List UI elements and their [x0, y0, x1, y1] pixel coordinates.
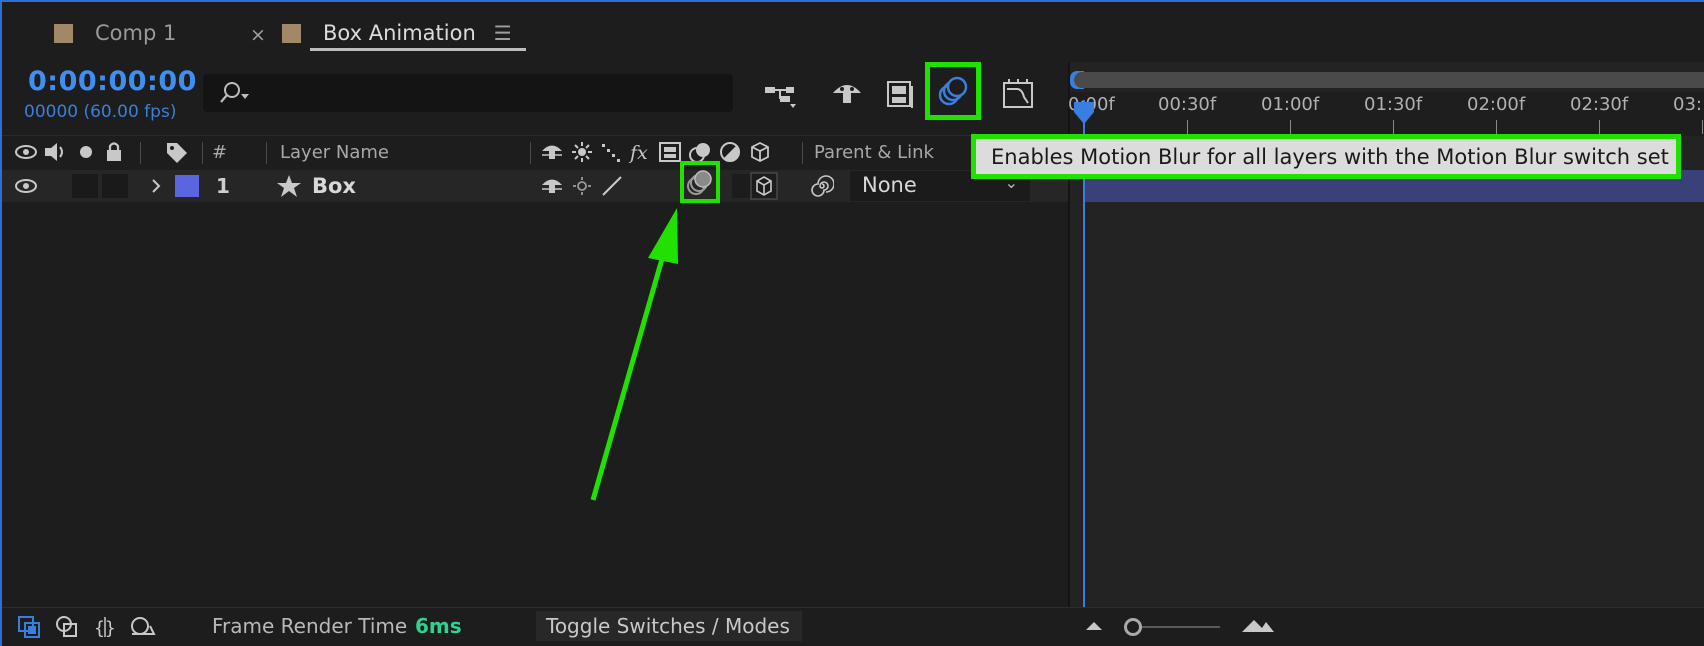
column-parent-link-header[interactable]: Parent & Link: [814, 142, 934, 163]
layer-number: 1: [216, 174, 230, 198]
frame-render-time-value: 6ms: [415, 614, 462, 638]
panel-menu-icon[interactable]: ☰: [494, 21, 512, 45]
tab-label: Comp 1: [95, 21, 177, 45]
transfer-controls-toggle-icon[interactable]: [54, 614, 80, 644]
collapse-switch-header-icon: [570, 140, 594, 168]
tab-comp-1[interactable]: Comp 1: [54, 16, 176, 50]
zoom-out-icon[interactable]: [1082, 616, 1106, 640]
layer-switches-toggle-icon[interactable]: [16, 614, 42, 644]
ruler-label: 02:00f: [1467, 94, 1526, 115]
time-navigator-bar[interactable]: [1074, 72, 1704, 88]
solo-toggle[interactable]: [72, 174, 98, 198]
column-separator: [202, 142, 203, 164]
tab-label: Box Animation: [323, 21, 476, 45]
ruler-label: 01:30f: [1364, 94, 1423, 115]
composition-swatch-icon: [54, 23, 73, 43]
time-ruler[interactable]: 0:00f 00:30f 01:00f 01:30f 02:00f 02:30f…: [1068, 92, 1704, 136]
tab-box-animation[interactable]: Box Animation ☰: [250, 16, 526, 51]
svg-text:fx: fx: [628, 142, 648, 164]
ruler-label: 00:30f: [1158, 94, 1217, 115]
timeline-zoom-slider[interactable]: [1130, 626, 1220, 628]
ruler-tick: [1187, 120, 1188, 134]
active-tab-underline: [310, 48, 526, 51]
parent-select-value: None: [862, 173, 917, 197]
label-tag-icon[interactable]: [164, 140, 190, 168]
zoom-in-icon[interactable]: [1240, 614, 1276, 640]
motion-blur-icon[interactable]: [925, 62, 981, 120]
layer-search-input[interactable]: [203, 74, 733, 112]
column-layer-name-header[interactable]: Layer Name: [280, 142, 389, 163]
shy-icon[interactable]: [827, 76, 867, 112]
search-icon: [217, 80, 257, 110]
zoom-slider-thumb[interactable]: [1124, 618, 1142, 636]
column-separator: [266, 142, 267, 164]
layer-motion-blur-switch[interactable]: [680, 161, 720, 203]
chevron-right-icon[interactable]: [148, 174, 164, 202]
motion-blur-tooltip: Enables Motion Blur for all layers with …: [971, 134, 1681, 179]
adjustment-layer-switch-header-icon: [718, 140, 742, 168]
effects-switch-header-icon: fx: [628, 140, 654, 168]
star-shape-layer-icon: [276, 174, 302, 202]
frame-render-time-label: Frame Render Time: [212, 614, 408, 638]
3d-layer-switch-header-icon: [748, 140, 772, 168]
pick-whip-icon[interactable]: [810, 174, 835, 202]
current-time-display[interactable]: 0:00:00:00: [28, 66, 197, 97]
ruler-tick: [1290, 120, 1291, 134]
quality-switch-header-icon: [600, 140, 624, 168]
tab-bar: Comp 1 × Box Animation ☰: [2, 2, 1704, 58]
playhead-icon[interactable]: [1072, 100, 1096, 132]
column-separator: [802, 142, 803, 164]
lock-icon[interactable]: [104, 140, 124, 168]
shy-switch-header-icon: [540, 140, 564, 168]
flowchart-icon[interactable]: [760, 76, 800, 112]
3d-layer-switch-icon[interactable]: [750, 172, 778, 204]
shy-switch-icon[interactable]: [540, 174, 564, 202]
ruler-label: 03:: [1673, 94, 1702, 115]
ruler-tick: [1599, 120, 1600, 134]
ruler-tick: [1496, 120, 1497, 134]
audio-icon[interactable]: [42, 140, 68, 168]
layer-column-header: # Layer Name fx Parent & Link: [2, 135, 1068, 169]
ruler-label: 02:30f: [1570, 94, 1629, 115]
column-separator: [530, 142, 531, 164]
solo-icon[interactable]: [76, 140, 96, 168]
ruler-tick: [1393, 120, 1394, 134]
render-time-snail-icon[interactable]: [128, 614, 158, 644]
composition-swatch-icon: [282, 23, 301, 43]
column-number-header[interactable]: #: [212, 142, 227, 163]
bottom-status-bar: {} Frame Render Time 6ms Toggle Switches…: [2, 607, 1704, 646]
layer-visibility-icon[interactable]: [14, 174, 38, 202]
lock-toggle[interactable]: [102, 174, 128, 198]
motion-blur-switch-icon: [687, 170, 712, 195]
ruler-label: 01:00f: [1261, 94, 1320, 115]
toggle-switches-modes-button[interactable]: Toggle Switches / Modes: [536, 611, 802, 641]
frame-blending-icon[interactable]: [880, 76, 920, 112]
expression-toggle-icon[interactable]: {}: [92, 614, 118, 644]
collapse-switch-icon[interactable]: [570, 174, 594, 202]
layer-label-color[interactable]: [175, 175, 199, 197]
frame-count-display: 00000 (60.00 fps): [24, 102, 177, 122]
column-separator: [140, 142, 141, 164]
quality-switch-icon[interactable]: [600, 174, 624, 202]
layer-row[interactable]: 1 Box None ⌄: [2, 170, 1068, 202]
layer-name[interactable]: Box: [312, 174, 356, 198]
ruler-tick: [1702, 120, 1703, 134]
video-visibility-icon[interactable]: [14, 140, 38, 168]
graph-editor-icon[interactable]: [998, 76, 1038, 112]
